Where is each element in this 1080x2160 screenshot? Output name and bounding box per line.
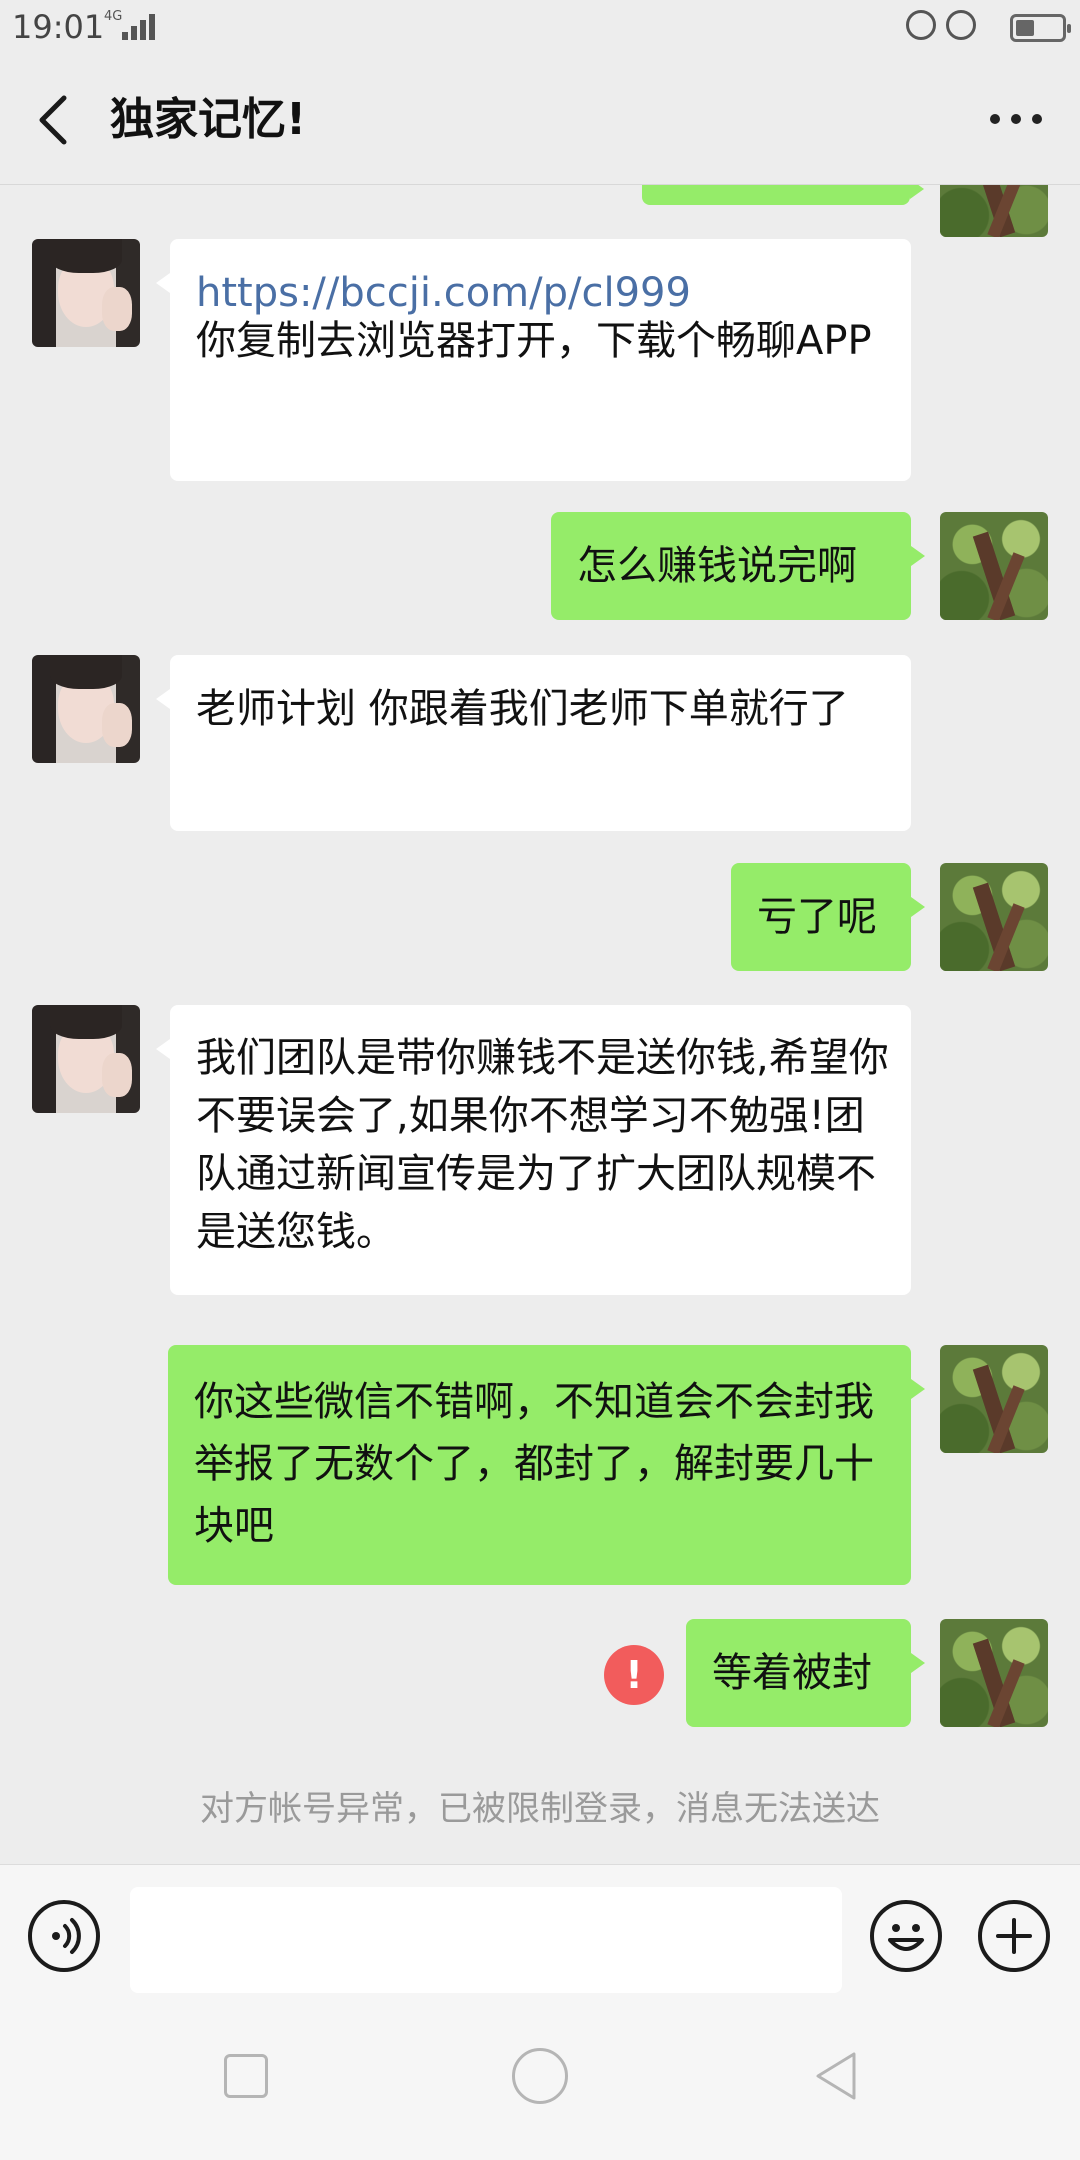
message-link[interactable]: https://bccji.com/p/cl999 (196, 269, 889, 317)
recent-apps-icon[interactable] (224, 2054, 268, 2098)
message-bubble-outgoing[interactable]: 亏了呢 (731, 863, 925, 971)
message-text: 你这些微信不错啊，不知道会不会封我举报了无数个了，都封了，解封要几十块吧 (194, 1379, 874, 1549)
chat-title: 独家记忆! (110, 94, 307, 145)
message-text: 怎么赚钱说完啊 (577, 543, 857, 589)
avatar-self[interactable] (940, 512, 1048, 620)
avatar-self[interactable] (940, 1619, 1048, 1727)
emoji-icon[interactable] (870, 1900, 942, 1972)
message-bubble-incoming[interactable]: 老师计划 你跟着我们老师下单就行了 (156, 655, 911, 831)
status-bar: 19:01 4G (0, 0, 1080, 56)
system-notice: 对方帐号异常，已被限制登录，消息无法送达 (200, 1789, 880, 1829)
lock-rotation-icon (906, 10, 936, 40)
message-bubble-outgoing[interactable]: 怎么赚钱说完啊 (551, 512, 925, 620)
status-icons (906, 10, 1071, 44)
status-time: 19:01 (12, 8, 105, 46)
alarm-icon (946, 10, 976, 40)
message-input[interactable] (130, 1887, 842, 1993)
avatar-contact[interactable] (32, 655, 140, 763)
input-bar (0, 1864, 1080, 2007)
avatar-self[interactable] (940, 863, 1048, 971)
chat-header: 独家记忆! (0, 56, 1080, 185)
back-arrow-icon[interactable] (28, 90, 84, 150)
avatar-self[interactable] (940, 185, 1048, 237)
avatar-contact[interactable] (32, 1005, 140, 1113)
system-nav-bar (0, 2006, 1080, 2160)
voice-icon[interactable] (28, 1900, 100, 1972)
network-type: 4G (104, 9, 123, 24)
plus-icon[interactable] (978, 1900, 1050, 1972)
home-icon[interactable] (512, 2048, 568, 2104)
battery-icon (1010, 14, 1071, 42)
avatar-contact[interactable] (32, 239, 140, 347)
message-text: 等着被封 (712, 1650, 872, 1696)
message-text: 亏了呢 (757, 894, 877, 940)
message-text: 我们团队是带你赚钱不是送你钱,希望你不要误会了,如果你不想学习不勉强!团队通过新… (196, 1035, 889, 1255)
signal-icon (122, 14, 156, 40)
message-text: 老师计划 你跟着我们老师下单就行了 (196, 686, 849, 732)
message-list[interactable]: https://bccji.com/p/cl999 你复制去浏览器打开，下载个畅… (0, 185, 1080, 1863)
nav-back-icon[interactable] (808, 2046, 868, 2106)
message-bubble-partial[interactable] (642, 185, 924, 205)
message-bubble-outgoing[interactable]: 等着被封 (686, 1619, 925, 1727)
message-text: 你复制去浏览器打开，下载个畅聊APP (196, 318, 872, 364)
error-icon[interactable]: ! (604, 1645, 664, 1705)
avatar-self[interactable] (940, 1345, 1048, 1453)
message-bubble-incoming[interactable]: https://bccji.com/p/cl999 你复制去浏览器打开，下载个畅… (156, 239, 911, 481)
message-bubble-incoming[interactable]: 我们团队是带你赚钱不是送你钱,希望你不要误会了,如果你不想学习不勉强!团队通过新… (156, 1005, 911, 1295)
message-bubble-outgoing[interactable]: 你这些微信不错啊，不知道会不会封我举报了无数个了，都封了，解封要几十块吧 (168, 1345, 925, 1585)
more-dots-icon[interactable] (990, 114, 1042, 126)
